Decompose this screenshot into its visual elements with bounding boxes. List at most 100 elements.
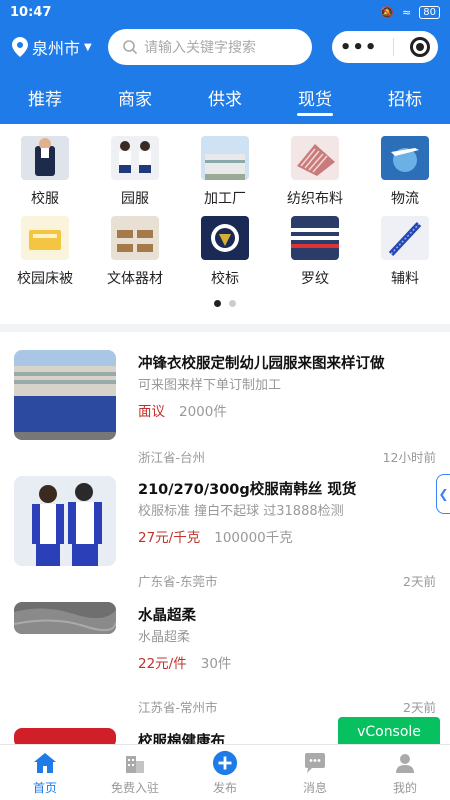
search-placeholder: 请输入关键字搜索	[144, 40, 256, 56]
pager-dot	[229, 300, 236, 307]
product-title: 水晶超柔	[138, 608, 196, 624]
category-label: 文体器材	[107, 271, 163, 287]
category-equipment[interactable]: 文体器材	[90, 216, 180, 296]
clock: 10:47	[10, 4, 52, 20]
accessory-icon	[381, 216, 429, 260]
chat-icon	[302, 750, 328, 776]
tab-merchants[interactable]: 商家	[90, 70, 180, 124]
battery-icon: 80	[419, 5, 440, 19]
tab-recommend[interactable]: 推荐	[0, 70, 90, 124]
product-quantity: 2000件	[179, 404, 227, 420]
factory-icon	[201, 136, 249, 180]
category-label: 罗纹	[301, 271, 329, 287]
category-label: 园服	[121, 191, 149, 207]
user-icon	[392, 750, 418, 776]
nav-publish[interactable]: 发布	[180, 745, 270, 800]
category-uniform[interactable]: 校服	[0, 136, 90, 216]
product-image	[14, 602, 116, 634]
close-target-icon[interactable]	[410, 37, 431, 57]
city-selector[interactable]: 泉州市 ▼	[12, 35, 108, 59]
category-label: 辅料	[391, 271, 419, 287]
product-quantity: 100000千克	[214, 530, 293, 546]
category-tabs: 推荐 商家 供求 现货 招标	[0, 70, 450, 124]
tab-supply-demand[interactable]: 供求	[180, 70, 270, 124]
side-drawer-tab[interactable]: ❮	[436, 474, 450, 514]
category-logistics[interactable]: 物流	[360, 136, 450, 216]
category-bedding[interactable]: 校园床被	[0, 216, 90, 296]
nav-join[interactable]: 免费入驻	[90, 745, 180, 800]
price-row: 22元/件 30件	[138, 652, 231, 672]
product-price: 22元/件	[138, 656, 187, 672]
product-image	[14, 350, 116, 440]
nav-home[interactable]: 首页	[0, 745, 90, 800]
nav-messages[interactable]: 消息	[270, 745, 360, 800]
category-grid: 校服 园服 加工厂 纺织布料 物流 校园床被 文体器材 校标 罗纹 辅料	[0, 124, 450, 296]
pager-dot	[214, 300, 221, 307]
bottom-nav: 首页 免费入驻 发布 消息 我的	[0, 744, 450, 800]
product-subtitle: 可来图来样下单订制加工	[138, 378, 282, 393]
tab-label: 现货	[298, 89, 332, 110]
product-location: 浙江省-台州	[138, 450, 206, 465]
uniform-icon	[21, 136, 69, 180]
product-meta: 浙江省-台州 12小时前	[138, 447, 436, 466]
caret-down-icon: ▼	[84, 41, 92, 53]
product-price: 面议	[138, 404, 165, 420]
product-image	[14, 476, 116, 566]
tab-label: 招标	[388, 89, 422, 110]
more-icon[interactable]: •••	[340, 37, 378, 58]
bell-off-icon: 🔕	[380, 5, 395, 19]
fabric-icon	[291, 136, 339, 180]
vconsole-button[interactable]: vConsole	[338, 717, 440, 747]
category-fabric[interactable]: 纺织布料	[270, 136, 360, 216]
nav-label: 发布	[212, 780, 237, 795]
category-label: 加工厂	[204, 191, 246, 207]
product-time: 2天前	[403, 574, 436, 589]
tab-label: 推荐	[28, 89, 62, 110]
equipment-icon	[111, 216, 159, 260]
tab-in-stock[interactable]: 现货	[270, 70, 360, 124]
price-row: 27元/千克 100000千克	[138, 526, 293, 546]
category-label: 纺织布料	[287, 191, 343, 207]
rib-fabric-icon	[291, 216, 339, 260]
product-image	[14, 728, 116, 744]
logistics-icon	[381, 136, 429, 180]
carousel-pager	[0, 300, 450, 307]
category-label: 物流	[391, 191, 419, 207]
category-label: 校标	[211, 271, 239, 287]
category-label: 校服	[31, 191, 59, 207]
category-panel: 校服 园服 加工厂 纺织布料 物流 校园床被 文体器材 校标 罗纹 辅料	[0, 124, 450, 324]
category-rib-fabric[interactable]: 罗纹	[270, 216, 360, 296]
mini-program-capsule: •••	[332, 31, 438, 63]
tab-label: 商家	[118, 89, 152, 110]
product-list: 冲锋衣校服定制幼儿园服来图来样订做 可来图来样下单订制加工 面议 2000件 浙…	[0, 332, 450, 744]
product-title: 210/270/300g校服南韩丝 现货	[138, 482, 357, 498]
status-bar: 10:47 🔕 ≈ 80	[0, 0, 450, 24]
product-quantity: 30件	[200, 656, 232, 672]
status-icons: 🔕 ≈ 80	[380, 5, 440, 19]
city-label: 泉州市	[32, 39, 81, 58]
product-subtitle: 校服标准 撞白不起球 过31888检测	[138, 504, 344, 519]
category-label: 校园床被	[17, 271, 73, 287]
product-title: 冲锋衣校服定制幼儿园服来图来样订做	[138, 356, 385, 372]
badge-icon	[201, 216, 249, 260]
category-kindergarten-uniform[interactable]: 园服	[90, 136, 180, 216]
product-location: 广东省-东莞市	[138, 574, 218, 589]
category-badge[interactable]: 校标	[180, 216, 270, 296]
tab-label: 供求	[208, 89, 242, 110]
location-pin-icon	[12, 37, 28, 57]
search-input[interactable]: 请输入关键字搜索	[108, 29, 312, 65]
nav-label: 首页	[32, 780, 57, 795]
product-subtitle: 水晶超柔	[138, 630, 191, 645]
wifi-icon: ≈	[402, 5, 412, 19]
product-time: 2天前	[403, 700, 436, 715]
category-accessory[interactable]: 辅料	[360, 216, 450, 296]
nav-label: 我的	[392, 780, 417, 795]
building-icon	[122, 750, 148, 776]
tab-tender[interactable]: 招标	[360, 70, 450, 124]
category-factory[interactable]: 加工厂	[180, 136, 270, 216]
capsule-divider	[393, 38, 395, 56]
plus-circle-icon	[212, 750, 238, 776]
nav-profile[interactable]: 我的	[360, 745, 450, 800]
product-meta: 江苏省-常州市 2天前	[138, 697, 436, 716]
search-icon	[123, 40, 138, 55]
